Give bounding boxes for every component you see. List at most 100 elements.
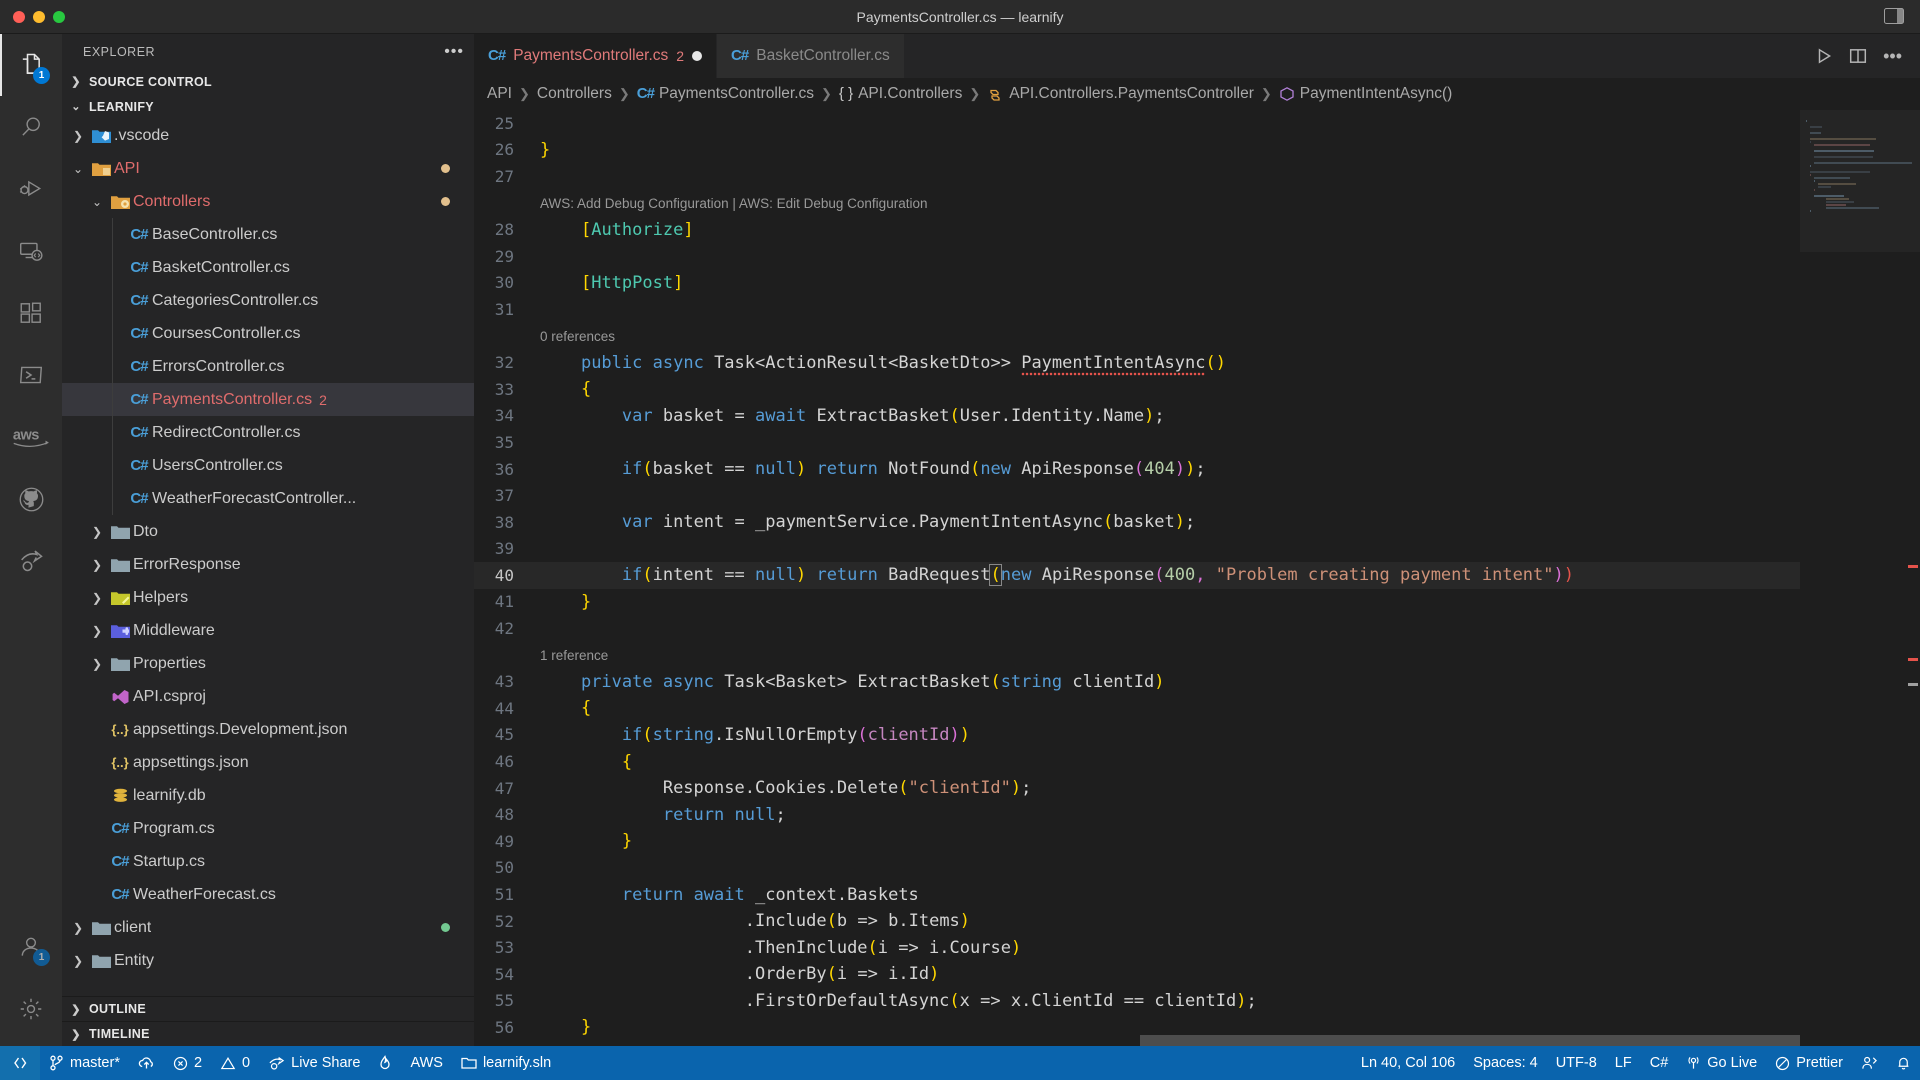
status-indentation[interactable]: Spaces: 4 xyxy=(1464,1046,1547,1080)
code-line[interactable]: 46 { xyxy=(474,748,1800,775)
code-line[interactable]: 40 if(intent == null) return BadRequest(… xyxy=(474,562,1800,589)
code-lens[interactable]: 1 reference xyxy=(474,642,1800,669)
tree-file[interactable]: API.csproj xyxy=(62,680,474,713)
section-outline[interactable]: ❯ OUTLINE xyxy=(62,996,474,1021)
breadcrumb-item[interactable]: { } API.Controllers xyxy=(839,85,962,103)
chevron-down-icon[interactable]: ⌄ xyxy=(87,195,107,209)
code-line[interactable]: 28 [Authorize] xyxy=(474,216,1800,243)
tab-paymentscontroller-cs[interactable]: C# PaymentsController.cs 2 xyxy=(474,34,718,78)
code-line[interactable]: 51 return await _context.Baskets xyxy=(474,881,1800,908)
section-timeline[interactable]: ❯ TIMELINE xyxy=(62,1021,474,1046)
status-remote-indicator[interactable] xyxy=(0,1046,40,1080)
line-content[interactable]: { xyxy=(540,698,591,718)
tree-folder[interactable]: ❯ Helpers xyxy=(62,581,474,614)
line-content[interactable]: if(string.IsNullOrEmpty(clientId)) xyxy=(540,725,970,745)
status-problems-errors[interactable]: 2 xyxy=(164,1046,211,1080)
code-lens-label[interactable]: 1 reference xyxy=(540,648,608,663)
tree-file[interactable]: C# WeatherForecastController... xyxy=(62,482,474,515)
customize-layout-icon[interactable] xyxy=(1884,8,1904,24)
tree-file[interactable]: C# RedirectController.cs xyxy=(62,416,474,449)
code-line[interactable]: 44 { xyxy=(474,695,1800,722)
tree-file[interactable]: C# Program.cs xyxy=(62,812,474,845)
line-content[interactable]: } xyxy=(540,592,591,612)
code-line[interactable]: 45 if(string.IsNullOrEmpty(clientId)) xyxy=(474,722,1800,749)
status-problems-warnings[interactable]: 0 xyxy=(211,1046,259,1080)
sidebar-item-live-share[interactable] xyxy=(0,530,62,592)
status-solution[interactable]: learnify.sln xyxy=(452,1046,560,1080)
code-editor[interactable]: 25 26} 27 AWS: Add Debug Configuration | AW… xyxy=(474,110,1920,1046)
code-line[interactable]: 43 private async Task<Basket> ExtractBas… xyxy=(474,668,1800,695)
tree-folder[interactable]: ❯ .vscode xyxy=(62,119,474,152)
line-content[interactable]: var intent = _paymentService.PaymentInte… xyxy=(540,512,1195,532)
tree-file[interactable]: C# CoursesController.cs xyxy=(62,317,474,350)
minimap[interactable] xyxy=(1800,110,1920,1046)
line-content[interactable]: { xyxy=(540,379,591,399)
tree-folder[interactable]: ❯ Properties xyxy=(62,647,474,680)
chevron-right-icon[interactable]: ❯ xyxy=(87,558,107,572)
tree-folder[interactable]: ❯ client xyxy=(62,911,474,944)
status-encoding[interactable]: UTF-8 xyxy=(1547,1046,1606,1080)
code-line[interactable]: 39 xyxy=(474,536,1800,563)
breadcrumb[interactable]: API ❯ Controllers ❯ C# PaymentsController.cs ❯… xyxy=(474,78,1920,110)
tab-basketcontroller-cs[interactable]: C# BasketController.cs xyxy=(717,34,905,78)
line-content[interactable]: } xyxy=(540,831,632,851)
chevron-right-icon[interactable]: ❯ xyxy=(87,591,107,605)
line-content[interactable]: { xyxy=(540,752,632,772)
sidebar-item-aws-toolkit[interactable]: aws xyxy=(0,406,62,468)
tree-file[interactable]: C# UsersController.cs xyxy=(62,449,474,482)
code-line[interactable]: 26} xyxy=(474,137,1800,164)
status-live-share[interactable]: Live Share xyxy=(259,1046,369,1080)
sidebar-item-search[interactable] xyxy=(0,96,62,158)
code-content[interactable]: 25 26} 27 AWS: Add Debug Configuration | AW… xyxy=(474,110,1880,1046)
tree-file[interactable]: {..} appsettings.json xyxy=(62,746,474,779)
code-line[interactable]: 36 if(basket == null) return NotFound(ne… xyxy=(474,456,1800,483)
code-line[interactable]: 53 .ThenInclude(i => i.Course) xyxy=(474,934,1800,961)
line-content[interactable]: .ThenInclude(i => i.Course) xyxy=(540,938,1022,958)
line-content[interactable]: [Authorize] xyxy=(540,220,694,240)
tree-folder[interactable]: ⌄ Controllers xyxy=(62,185,474,218)
section-learnify[interactable]: ⌄ LEARNIFY xyxy=(62,94,474,119)
window-controls[interactable] xyxy=(0,10,65,23)
line-content[interactable]: var basket = await ExtractBasket(User.Id… xyxy=(540,406,1165,426)
line-content[interactable]: return null; xyxy=(540,805,786,825)
code-line[interactable]: 25 xyxy=(474,110,1800,137)
tree-file[interactable]: C# PaymentsController.cs 2 xyxy=(62,383,474,416)
line-content[interactable]: Response.Cookies.Delete("clientId"); xyxy=(540,778,1032,798)
sidebar-item-explorer[interactable]: 1 xyxy=(0,34,62,96)
tab-dirty-indicator[interactable] xyxy=(692,51,703,61)
sidebar-item-extensions[interactable] xyxy=(0,282,62,344)
status-prettier[interactable]: Prettier xyxy=(1766,1046,1852,1080)
chevron-right-icon[interactable]: ❯ xyxy=(87,657,107,671)
tree-folder[interactable]: ❯ Dto xyxy=(62,515,474,548)
sidebar-item-run-and-debug[interactable] xyxy=(0,158,62,220)
line-content[interactable]: public async Task<ActionResult<BasketDto… xyxy=(540,352,1226,378)
code-line[interactable]: 29 xyxy=(474,243,1800,270)
section-source-control[interactable]: ❯ SOURCE CONTROL xyxy=(62,69,474,94)
code-line[interactable]: 54 .OrderBy(i => i.Id) xyxy=(474,961,1800,988)
breadcrumb-item[interactable]: Controllers xyxy=(537,85,612,103)
line-content[interactable]: .FirstOrDefaultAsync(x => x.ClientId == … xyxy=(540,991,1257,1011)
code-line[interactable]: 52 .Include(b => b.Items) xyxy=(474,908,1800,935)
code-line[interactable]: 50 xyxy=(474,855,1800,882)
tree-file[interactable]: C# ErrorsController.cs xyxy=(62,350,474,383)
code-line[interactable]: 31 xyxy=(474,296,1800,323)
code-line[interactable]: 35 xyxy=(474,429,1800,456)
code-lens-label[interactable]: 0 references xyxy=(540,329,615,344)
breadcrumb-item[interactable]: API xyxy=(487,85,512,103)
status-go-live[interactable]: Go Live xyxy=(1677,1046,1766,1080)
chevron-right-icon[interactable]: ❯ xyxy=(68,921,88,935)
file-tree[interactable]: ❯ .vscode ⌄ API ⌄ Controllers C# BaseController… xyxy=(62,119,474,996)
status-aws-connection[interactable]: AWS xyxy=(401,1046,452,1080)
tree-folder[interactable]: ❯ Middleware xyxy=(62,614,474,647)
code-line[interactable]: 38 var intent = _paymentService.PaymentI… xyxy=(474,509,1800,536)
accounts-button[interactable]: 1 xyxy=(0,916,62,978)
status-language-mode[interactable]: C# xyxy=(1641,1046,1678,1080)
code-lens[interactable]: AWS: Add Debug Configuration | AWS: Edit… xyxy=(474,190,1800,217)
more-actions-icon[interactable]: ••• xyxy=(444,43,464,59)
tree-file[interactable]: {..} appsettings.Development.json xyxy=(62,713,474,746)
code-lens-label[interactable]: AWS: Add Debug Configuration | AWS: Edit… xyxy=(540,196,927,211)
status-cursor-position[interactable]: Ln 40, Col 106 xyxy=(1352,1046,1464,1080)
minimize-window-button[interactable] xyxy=(33,10,45,23)
tree-file[interactable]: C# CategoriesController.cs xyxy=(62,284,474,317)
status-notifications[interactable] xyxy=(1887,1046,1920,1080)
